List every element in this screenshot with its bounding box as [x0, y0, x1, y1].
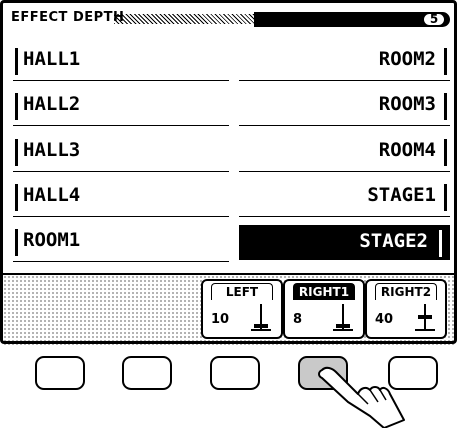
fader-icon	[251, 304, 271, 331]
item-underline	[13, 261, 229, 262]
item-underline	[239, 216, 450, 217]
item-marker	[444, 184, 447, 211]
item-marker	[15, 229, 18, 256]
item-marker	[444, 48, 447, 75]
effect-item-room3[interactable]: ROOM3	[239, 88, 450, 126]
item-marker	[444, 139, 447, 166]
fader-icon	[333, 304, 353, 331]
header-bar: EFFECT DEPTH 5	[6, 7, 452, 29]
tab-right2[interactable]: RIGHT2 40	[365, 279, 447, 339]
fader-icon	[415, 304, 435, 331]
tab-title: LEFT	[211, 283, 273, 300]
tab-title: RIGHT1	[293, 283, 355, 300]
effect-item-room2[interactable]: ROOM2	[239, 43, 450, 81]
item-underline	[13, 125, 229, 126]
tab-value: 10	[211, 312, 230, 327]
effect-item-label: HALL4	[23, 184, 81, 206]
panel-button-3[interactable]	[210, 356, 260, 390]
effect-item-label: HALL1	[23, 48, 81, 70]
effect-item-label: STAGE2	[359, 230, 428, 252]
item-marker	[15, 184, 18, 211]
tab-value: 8	[293, 312, 303, 327]
effect-item-label: STAGE1	[367, 184, 436, 206]
effect-item-label: HALL2	[23, 93, 81, 115]
effect-item-label: ROOM1	[23, 229, 81, 251]
item-underline	[13, 171, 229, 172]
tab-value: 40	[375, 312, 394, 327]
effect-item-room4[interactable]: ROOM4	[239, 134, 450, 172]
pointing-hand-icon	[318, 366, 405, 428]
effect-item-hall3[interactable]: HALL3	[13, 134, 229, 172]
header-dither	[114, 14, 254, 24]
lcd-screen: EFFECT DEPTH 5 HALL1 HALL2 HALL3 HALL4 R…	[0, 0, 457, 345]
effect-item-stage1[interactable]: STAGE1	[239, 179, 450, 217]
item-underline	[13, 216, 229, 217]
item-marker	[439, 230, 442, 257]
effect-item-label: ROOM2	[378, 48, 436, 70]
effect-item-hall1[interactable]: HALL1	[13, 43, 229, 81]
item-underline	[239, 171, 450, 172]
effect-item-label: ROOM4	[378, 139, 436, 161]
tab-title: RIGHT2	[375, 283, 437, 300]
item-underline	[13, 80, 229, 81]
item-marker	[15, 48, 18, 75]
header-black-bar	[254, 12, 450, 27]
item-underline	[239, 80, 450, 81]
item-marker	[15, 139, 18, 166]
item-marker	[444, 93, 447, 120]
page-title: EFFECT DEPTH	[11, 10, 125, 25]
effect-item-hall2[interactable]: HALL2	[13, 88, 229, 126]
effect-item-hall4[interactable]: HALL4	[13, 179, 229, 217]
item-marker	[15, 93, 18, 120]
effect-item-label: HALL3	[23, 139, 81, 161]
page-number-badge: 5	[422, 12, 446, 27]
tab-left[interactable]: LEFT 10	[201, 279, 283, 339]
effect-item-room1[interactable]: ROOM1	[13, 224, 229, 262]
panel-button-2[interactable]	[122, 356, 172, 390]
item-underline	[239, 125, 450, 126]
panel-button-1[interactable]	[35, 356, 85, 390]
tab-right1[interactable]: RIGHT1 8	[283, 279, 365, 339]
effect-item-label: ROOM3	[378, 93, 436, 115]
effect-item-stage2-selected[interactable]: STAGE2	[239, 225, 450, 260]
